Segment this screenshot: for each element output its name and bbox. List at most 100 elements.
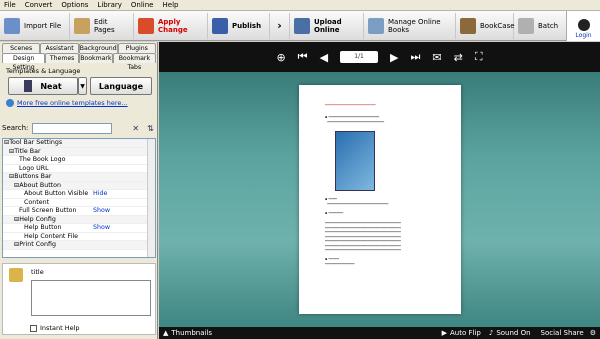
manage-online-books-button[interactable]: Manage Online Books [364, 12, 456, 39]
book-page[interactable]: ━━━━━━━━━━━━━━━━━━━━━━━━ ▪ ━━━━━━━━━━━━━… [299, 85, 461, 314]
tree-row-label: Content [24, 198, 50, 206]
page-paragraph: ━━━━━━━━━━━━━━━━━━━━━━━━━━━━━━━━━━━━ ━━━━… [325, 221, 401, 252]
tree-row[interactable]: ⊟Help Config [3, 215, 155, 224]
sound-on-button[interactable]: Sound On [496, 329, 530, 337]
batch-button[interactable]: Batch [514, 13, 558, 39]
search-input[interactable] [32, 122, 113, 134]
tree-row[interactable]: About Button Visible Hide [3, 190, 155, 199]
import-file-button[interactable]: Import File [0, 12, 70, 39]
tree-row-value[interactable]: Hide [91, 190, 107, 197]
tree-row-label: Help Content File [24, 232, 78, 240]
page-indicator[interactable]: 1/1 [340, 51, 379, 63]
tree-row[interactable]: Help Content File [3, 232, 155, 241]
menu-options[interactable]: Options [61, 1, 88, 9]
settings-tree: ⊟Tool Bar Settings ⊟Title Bar The Book Log… [2, 138, 156, 258]
share-icon[interactable]: ⇄ [454, 51, 463, 64]
tree-row-value[interactable]: Show [91, 224, 110, 231]
previous-page-icon[interactable]: ◀ [320, 51, 328, 64]
login-button[interactable]: Login [566, 11, 600, 41]
tree-scrollbar[interactable] [147, 139, 155, 257]
tree-row[interactable]: The Book Logo [3, 156, 155, 165]
menu-file[interactable]: File [4, 1, 16, 9]
auto-flip-icon[interactable]: ▶ [442, 329, 447, 337]
edit-icon [74, 17, 90, 34]
manage-books-icon [368, 17, 384, 34]
zoom-in-icon[interactable]: ⊕ [276, 51, 285, 64]
left-panel: Scenes Assistant Background Plugins Desi… [0, 42, 167, 339]
apply-icon [138, 17, 154, 34]
tab-plugins[interactable]: Plugins [117, 43, 156, 53]
last-page-icon[interactable]: ⏭ [411, 50, 421, 64]
import-icon [4, 17, 20, 34]
email-icon[interactable]: ✉ [432, 51, 441, 64]
auto-flip-button[interactable]: Auto Flip [450, 329, 481, 337]
instant-help-label: Instant Help [40, 324, 80, 332]
publish-button[interactable]: Publish [208, 12, 270, 39]
tree-row-label: ⊟Buttons Bar [9, 173, 52, 181]
tree-row-label: ⊟Help Config [14, 215, 56, 223]
thumbnails-button[interactable]: Thumbnails [171, 329, 212, 337]
flipbook-preview: ⊕ ⏮ ◀ 1/1 ▶ ⏭ ✉ ⇄ ⛶ ━━━━━━━━━━━━━━━━━━━━… [159, 42, 600, 327]
tree-row[interactable]: Logo URL [3, 165, 155, 173]
social-share-button[interactable]: Social Share [541, 329, 584, 337]
templates-language-label: Templates & Language [6, 67, 81, 75]
first-page-icon[interactable]: ⏮ [298, 50, 308, 64]
tree-row[interactable]: ⊟About Button [3, 181, 155, 190]
tab-bookmark-tabs[interactable]: Bookmark Tabs [112, 53, 156, 71]
search-label: Search: [2, 124, 29, 132]
page-text-block-1: ▪ ━━━━━━━━━━━━━━━━━━━━━━━━ ━━━━━━━━━━━━━… [325, 115, 385, 124]
tree-row-label: ⊟Print Config [14, 241, 56, 249]
sound-icon[interactable]: ♪ [489, 329, 493, 337]
theme-button[interactable]: Neat [8, 77, 78, 95]
fullscreen-icon[interactable]: ⛶ [475, 50, 483, 64]
instant-help-row: Instant Help [30, 324, 80, 332]
upload-online-button[interactable]: Upload Online [290, 12, 364, 39]
tab-background[interactable]: Background [78, 43, 118, 53]
instant-help-checkbox[interactable] [30, 324, 37, 332]
language-button[interactable]: Language [90, 77, 152, 95]
arrow-right-icon: › [270, 12, 290, 39]
menu-library[interactable]: Library [97, 1, 121, 9]
tree-row[interactable]: Full Screen Button Show [3, 207, 155, 216]
thumbnails-icon[interactable]: ▲ [163, 329, 168, 337]
tree-row-label: The Book Logo [19, 156, 66, 164]
page-text-block-4: ▪ ━━━━━ ━━━━━━━━━━━━━━ [325, 257, 355, 266]
tree-row[interactable]: Help Button Show [3, 224, 155, 233]
menu-convert[interactable]: Convert [25, 1, 53, 9]
tab-design-setting[interactable]: Design Setting [2, 53, 46, 71]
menu-online[interactable]: Online [131, 1, 154, 9]
menu-help[interactable]: Help [163, 1, 179, 9]
menu-bar: File Convert Options Library Online Help [0, 0, 600, 11]
tab-row-2: Design Setting Themes Bookmark Bookmark … [2, 53, 156, 71]
edit-pages-button[interactable]: Edit Pages [70, 12, 134, 39]
theme-dropdown-button[interactable]: ▼ [78, 77, 87, 95]
tree-row-label: ⊟Tool Bar Settings [4, 139, 63, 147]
user-icon [577, 19, 590, 31]
tree-row-value[interactable]: Show [91, 207, 110, 214]
viewer-bottom-bar: ▲ Thumbnails ▶ Auto Flip ♪ Sound On Soci… [159, 327, 600, 339]
tree-row[interactable]: ⊟Title Bar [3, 147, 155, 156]
bookcase-button[interactable]: BookCase [456, 12, 515, 39]
search-row: Search: ✕ ⇅ ⇵ [2, 122, 167, 134]
expand-icon[interactable]: ⇅ [147, 124, 154, 133]
tab-bookmark[interactable]: Bookmark [79, 53, 113, 63]
clear-search-icon[interactable]: ✕ [132, 124, 139, 133]
upload-icon [294, 17, 310, 34]
tree-row-label: ⊟Title Bar [9, 147, 41, 155]
tab-assistant[interactable]: Assistant [40, 43, 79, 53]
tab-scenes[interactable]: Scenes [2, 43, 41, 53]
tree-row[interactable]: ⊟Tool Bar Settings [3, 139, 155, 148]
apply-change-button[interactable]: Apply Change [134, 12, 208, 39]
more-icon[interactable]: ⚙ [590, 329, 596, 337]
page-text-block-3: ▪ ━━━━━━━ [325, 211, 344, 215]
viewer-toolbar: ⊕ ⏮ ◀ 1/1 ▶ ⏭ ✉ ⇄ ⛶ [159, 42, 600, 72]
tree-row[interactable]: ⊟Buttons Bar [3, 173, 155, 182]
tree-row[interactable]: ⊟Print Config [3, 241, 155, 250]
next-page-icon[interactable]: ▶ [390, 51, 398, 64]
tree-row-label: ⊟About Button [14, 181, 61, 189]
globe-icon [6, 99, 14, 107]
tree-row[interactable]: Content [3, 198, 155, 207]
tree-row-label: Full Screen Button [19, 207, 77, 215]
more-templates-link[interactable]: More free online templates here... [6, 99, 128, 107]
tab-themes[interactable]: Themes [45, 53, 79, 63]
